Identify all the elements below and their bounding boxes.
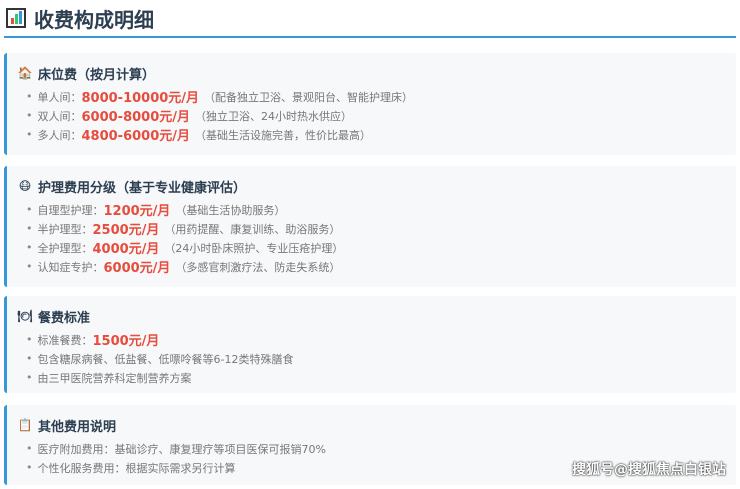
list-item: • 由三甲医院营养科定制营养方案 xyxy=(18,368,736,387)
list-item: • 全护理型： 4000元/月 （24小时卧床照护、专业压疮护理） xyxy=(18,238,736,257)
bar-chart-icon xyxy=(6,8,26,28)
item-label: 认知症专护： xyxy=(37,260,104,274)
list-item: • 标准餐费： 1500元/月 xyxy=(18,330,736,349)
item-label: 自理型护理： xyxy=(37,203,104,217)
item-label: 标准餐费： xyxy=(37,333,93,347)
item-label: 医疗附加费用：基础诊疗、康复理疗等项目医保可报销70% xyxy=(37,442,326,456)
section-heading: 😷 护理费用分级（基于专业健康评估） xyxy=(18,176,736,196)
bullet-icon: • xyxy=(26,333,33,346)
list-item: • 多人间： 4800-6000元/月 （基础生活设施完善，性价比最高） xyxy=(18,125,736,144)
item-price: 4000元/月 xyxy=(92,242,160,257)
item-price: 6000元/月 xyxy=(103,261,171,276)
section-heading: 📋 其他费用说明 xyxy=(18,415,736,435)
page-title-text: 收费构成明细 xyxy=(34,7,154,32)
item-price: 2500元/月 xyxy=(92,223,160,238)
bullet-icon: • xyxy=(26,222,33,235)
section-heading: 🏠 床位费（按月计算） xyxy=(18,63,736,83)
item-note: （配备独立卫浴、景观阳台、智能护理床） xyxy=(204,90,414,104)
item-label: 双人间： xyxy=(37,109,82,123)
list-item: • 自理型护理： 1200元/月 （基础生活协助服务） xyxy=(18,200,736,219)
section-heading-text: 餐费标准 xyxy=(38,310,91,326)
list-item: • 医疗附加费用：基础诊疗、康复理疗等项目医保可报销70% xyxy=(18,439,736,458)
fee-section-card: 😷 护理费用分级（基于专业健康评估） • 自理型护理： 1200元/月 （基础生活协助服务… xyxy=(4,166,736,287)
item-label: 由三甲医院营养科定制营养方案 xyxy=(37,371,192,385)
item-note: （用药提醒、康复训练、助浴服务） xyxy=(164,222,341,236)
title-divider xyxy=(4,36,736,38)
list-item: • 包含糖尿病餐、低盐餐、低嘌呤餐等6-12类特殊膳食 xyxy=(18,349,736,368)
item-price: 1200元/月 xyxy=(103,204,171,219)
bullet-icon: • xyxy=(26,352,33,365)
section-heading-text: 床位费（按月计算） xyxy=(38,67,156,83)
item-note: （基础生活设施完善，性价比最高） xyxy=(195,128,372,142)
item-price: 8000-10000元/月 xyxy=(81,91,200,106)
bullet-icon: • xyxy=(26,109,33,122)
item-note: （24小时卧床照护、专业压疮护理） xyxy=(164,241,344,255)
item-label: 个性化服务费用：根据实际需求另行计算 xyxy=(37,461,236,475)
clipboard-icon: 📋 xyxy=(17,418,33,432)
meal-icon: 🍽 xyxy=(17,309,33,323)
list-item: • 双人间： 6000-8000元/月 （独立卫浴、24小时热水供应） xyxy=(18,106,736,125)
list-item: • 半护理型： 2500元/月 （用药提醒、康复训练、助浴服务） xyxy=(18,219,736,238)
item-note: （多感官刺激疗法、防走失系统） xyxy=(175,260,341,274)
fee-section-card: 🍽 餐费标准 • 标准餐费： 1500元/月 • 包含糖尿病餐、低盐餐、低嘌呤餐等6-12类… xyxy=(4,296,736,393)
item-label: 全护理型： xyxy=(37,241,93,255)
item-price: 6000-8000元/月 xyxy=(81,110,191,125)
bullet-icon: • xyxy=(26,241,33,254)
house-icon: 🏠 xyxy=(17,66,33,80)
item-price: 4800-6000元/月 xyxy=(81,129,191,144)
bullet-icon: • xyxy=(26,371,33,384)
list-item: • 单人间： 8000-10000元/月 （配备独立卫浴、景观阳台、智能护理床） xyxy=(18,87,736,106)
item-note: （基础生活协助服务） xyxy=(175,203,286,217)
watermark: 搜狐号@搜狐焦点白银站 xyxy=(572,462,726,478)
bullet-icon: • xyxy=(26,128,33,141)
item-label: 单人间： xyxy=(37,90,82,104)
section-heading: 🍽 餐费标准 xyxy=(17,306,736,326)
bullet-icon: • xyxy=(26,442,33,455)
item-label: 半护理型： xyxy=(37,222,93,236)
bullet-icon: • xyxy=(26,90,33,103)
fee-section-card: 🏠 床位费（按月计算） • 单人间： 8000-10000元/月 （配备独立卫浴、景观阳台… xyxy=(4,53,736,155)
item-label: 包含糖尿病餐、低盐餐、低嘌呤餐等6-12类特殊膳食 xyxy=(37,352,294,366)
face-mask-icon: 😷 xyxy=(18,179,32,193)
page-title: 收费构成明细 xyxy=(6,4,154,32)
item-price: 1500元/月 xyxy=(92,334,160,349)
bullet-icon: • xyxy=(26,461,33,474)
bullet-icon: • xyxy=(26,260,33,273)
item-label: 多人间： xyxy=(37,128,82,142)
list-item: • 认知症专护： 6000元/月 （多感官刺激疗法、防走失系统） xyxy=(18,257,736,276)
bullet-icon: • xyxy=(26,203,33,216)
section-heading-text: 其他费用说明 xyxy=(38,419,117,435)
section-heading-text: 护理费用分级（基于专业健康评估） xyxy=(38,180,247,196)
item-note: （独立卫浴、24小时热水供应） xyxy=(195,109,353,123)
